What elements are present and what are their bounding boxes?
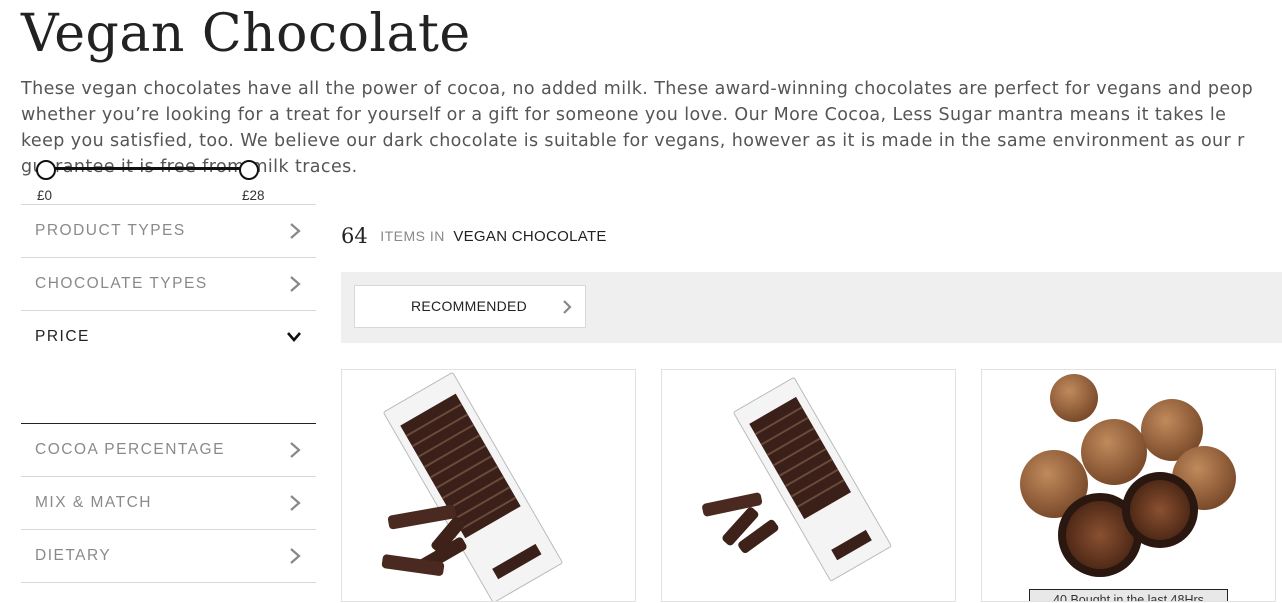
filter-label: COCOA PERCENTAGE (35, 441, 225, 458)
chevron-right-icon (290, 223, 301, 239)
filter-mix-match[interactable]: MIX & MATCH (21, 477, 316, 530)
filter-chocolate-types[interactable]: CHOCOLATE TYPES (21, 258, 316, 311)
filter-label: DIETARY (35, 547, 112, 564)
filter-cocoa-percentage[interactable]: COCOA PERCENTAGE (21, 424, 316, 477)
sort-dropdown[interactable]: RECOMMENDED (354, 285, 586, 328)
product-card[interactable] (661, 369, 956, 602)
description-line: keep you satisfied, too. We believe our … (21, 131, 1245, 151)
sort-bar: RECOMMENDED (341, 272, 1282, 343)
description-line: These vegan chocolates have all the powe… (21, 79, 1254, 99)
filter-sidebar: PRODUCT TYPES CHOCOLATE TYPES PRICE COCO… (21, 204, 316, 583)
cocoa-truffles-image (1020, 374, 1236, 577)
price-slider-min-handle[interactable] (36, 160, 56, 180)
page-title: Vegan Chocolate (21, 4, 471, 64)
category-name: VEGAN CHOCOLATE (453, 227, 607, 245)
filter-label: PRODUCT TYPES (35, 222, 186, 239)
items-in-label: ITEMS IN (380, 228, 445, 244)
filter-label: MIX & MATCH (35, 494, 152, 511)
batons-chocolate-box-image (381, 372, 563, 601)
chevron-right-icon (290, 276, 301, 292)
product-card[interactable]: 40 Bought in the last 48Hrs (981, 369, 1276, 602)
chevron-right-icon (290, 442, 301, 458)
filter-price: PRICE (21, 311, 316, 424)
price-slider-track[interactable] (45, 167, 249, 170)
price-max-label: £28 (242, 188, 265, 203)
product-card[interactable] (341, 369, 636, 602)
batons-chocolate-box-image (702, 377, 892, 581)
filter-product-types[interactable]: PRODUCT TYPES (21, 205, 316, 258)
description-line: whether you’re looking for a treat for y… (21, 105, 1227, 125)
sort-selected-value: RECOMMENDED (411, 298, 528, 314)
results-count: 64 ITEMS IN VEGAN CHOCOLATE (341, 224, 607, 248)
filter-label[interactable]: PRICE (35, 328, 90, 346)
purchase-badge: 40 Bought in the last 48Hrs (1029, 589, 1228, 601)
chevron-down-icon[interactable] (286, 331, 302, 343)
price-slider-max-handle[interactable] (239, 160, 259, 180)
chevron-right-icon (290, 495, 301, 511)
category-description: These vegan chocolates have all the powe… (21, 76, 1282, 180)
chevron-right-icon (563, 300, 572, 314)
item-count: 64 (341, 224, 368, 248)
filter-label: CHOCOLATE TYPES (35, 275, 208, 292)
filter-dietary[interactable]: DIETARY (21, 530, 316, 583)
price-min-label: £0 (37, 188, 53, 203)
chevron-right-icon (290, 548, 301, 564)
